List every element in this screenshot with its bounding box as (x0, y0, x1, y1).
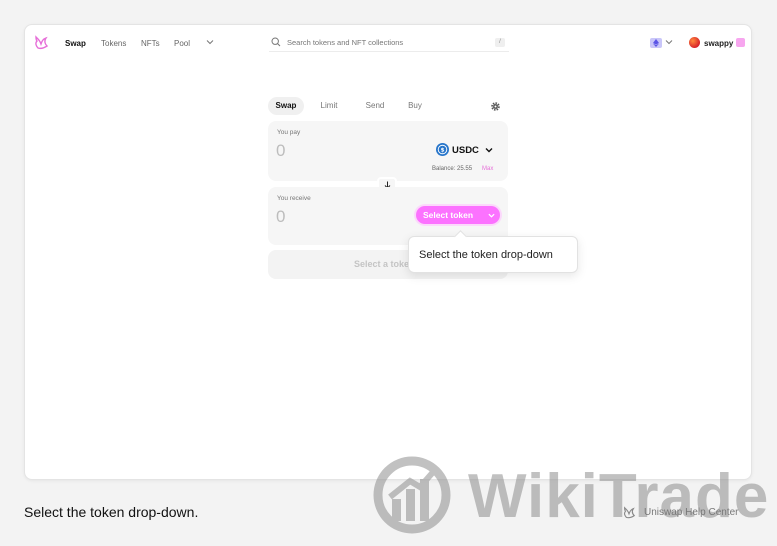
pay-panel: You pay 0 $ USDC Balance: 25.55 Max (268, 121, 508, 181)
swap-tabs: Swap Limit Send Buy (268, 97, 508, 117)
nav-tokens[interactable]: Tokens (101, 39, 126, 48)
tooltip: Select the token drop-down (408, 236, 578, 273)
cta-label: Select a token (354, 259, 415, 269)
network-selector[interactable] (650, 38, 662, 48)
gear-icon[interactable] (490, 101, 501, 112)
pay-amount-input[interactable]: 0 (276, 141, 285, 161)
tooltip-text: Select the token drop-down (419, 249, 553, 261)
wikitrade-logo-icon (373, 456, 451, 534)
search-bar[interactable]: Search tokens and NFT collections / (269, 34, 509, 52)
top-nav: Swap Tokens NFTs Pool Search tokens and … (25, 25, 751, 61)
ethereum-icon (653, 39, 659, 47)
pay-token-selector[interactable]: $ USDC (432, 141, 498, 159)
tab-swap[interactable]: Swap (268, 97, 304, 115)
select-token-button[interactable]: Select token (416, 206, 500, 224)
watermark-text: WikiTrade (468, 462, 770, 531)
nav-pool[interactable]: Pool (174, 39, 190, 48)
tab-buy[interactable]: Buy (402, 97, 428, 115)
watermark: WikiTrade (372, 455, 772, 539)
nav-nfts[interactable]: NFTs (141, 39, 160, 48)
uniswap-logo[interactable] (33, 35, 49, 51)
tab-limit[interactable]: Limit (314, 97, 344, 115)
svg-text:$: $ (441, 148, 445, 154)
app-window: Swap Tokens NFTs Pool Search tokens and … (24, 24, 752, 480)
balance-text: Balance: 25.55 (432, 166, 473, 172)
chevron-down-icon[interactable] (206, 38, 214, 46)
receive-amount-input[interactable]: 0 (276, 207, 285, 227)
tab-send[interactable]: Send (360, 97, 390, 115)
max-button[interactable]: Max (482, 166, 493, 172)
account-badge-icon (736, 38, 745, 47)
account-name[interactable]: swappy (704, 39, 733, 48)
pay-label: You pay (277, 129, 301, 136)
pay-token-label: USDC (452, 145, 479, 156)
avatar[interactable] (689, 37, 700, 48)
chevron-down-icon[interactable] (665, 38, 673, 46)
search-icon (271, 37, 281, 47)
nav-swap[interactable]: Swap (65, 39, 86, 48)
chevron-down-icon (485, 148, 493, 153)
chevron-down-icon (488, 213, 495, 218)
select-token-label: Select token (423, 210, 474, 220)
uniswap-logo-icon (623, 506, 636, 519)
help-center-label[interactable]: Uniswap Help Center (644, 507, 739, 518)
step-caption: Select the token drop-down. (24, 504, 199, 520)
receive-label: You receive (277, 195, 311, 202)
usdc-icon: $ (436, 143, 449, 156)
search-input[interactable]: Search tokens and NFT collections (287, 38, 403, 47)
search-shortcut-key: / (495, 38, 505, 47)
